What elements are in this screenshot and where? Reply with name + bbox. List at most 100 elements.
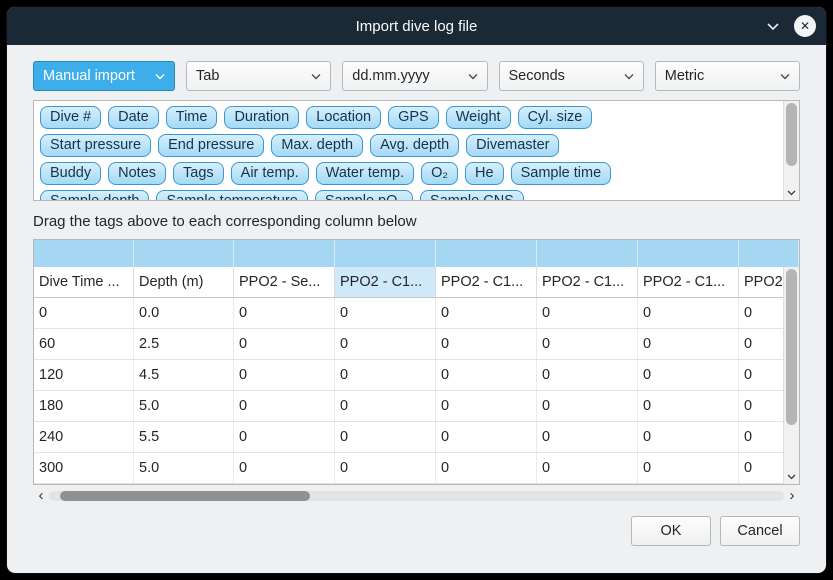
field-tag[interactable]: Sample time bbox=[511, 162, 612, 185]
table-cell: 0 bbox=[537, 298, 638, 328]
tag-list: Dive # Date Time Duration Location GPS Weight C… bbox=[34, 101, 799, 201]
column-header[interactable]: PPO2 - C1... bbox=[436, 267, 537, 297]
column-drop-target[interactable] bbox=[436, 240, 537, 267]
scrollbar-track[interactable] bbox=[49, 491, 784, 501]
table-cell: 0 bbox=[638, 298, 739, 328]
table-cell: 0 bbox=[638, 391, 739, 421]
field-tag[interactable]: Sample temperature bbox=[156, 190, 307, 201]
table-cell: 0 bbox=[436, 360, 537, 390]
table-cell: 0 bbox=[739, 391, 784, 421]
table-cell: 0 bbox=[34, 298, 134, 328]
tag-row: Sample depth Sample temperature Sample pO₂… bbox=[40, 190, 779, 201]
field-tag[interactable]: He bbox=[465, 162, 504, 185]
field-tag[interactable]: GPS bbox=[388, 106, 439, 129]
field-tag[interactable]: Tags bbox=[173, 162, 224, 185]
column-drop-target[interactable] bbox=[638, 240, 739, 267]
scroll-down-icon[interactable] bbox=[784, 186, 799, 199]
field-tag[interactable]: Start pressure bbox=[40, 134, 151, 157]
column-header[interactable]: PPO2 - Se... bbox=[234, 267, 335, 297]
scroll-down-icon[interactable] bbox=[784, 470, 799, 483]
table-cell: 0 bbox=[234, 329, 335, 359]
titlebar[interactable]: Import dive log file ✕ bbox=[7, 7, 826, 45]
field-tag[interactable]: End pressure bbox=[158, 134, 264, 157]
table-cell: 0 bbox=[234, 298, 335, 328]
field-tag[interactable]: Divemaster bbox=[466, 134, 559, 157]
combo-value: Manual import bbox=[43, 68, 135, 84]
table-cell: 0 bbox=[537, 360, 638, 390]
time-format-select[interactable]: Seconds bbox=[499, 61, 644, 91]
field-tag[interactable]: Dive # bbox=[40, 106, 101, 129]
table-cell: 0 bbox=[638, 329, 739, 359]
field-tag[interactable]: Location bbox=[306, 106, 381, 129]
column-header[interactable]: PPO2 - C1... bbox=[638, 267, 739, 297]
scrollbar-thumb[interactable] bbox=[786, 269, 797, 425]
field-tag[interactable]: Sample CNS bbox=[420, 190, 524, 201]
table-cell: 180 bbox=[34, 391, 134, 421]
column-drop-target[interactable] bbox=[234, 240, 335, 267]
scroll-right-icon[interactable]: › bbox=[784, 488, 800, 504]
column-drop-target[interactable] bbox=[537, 240, 638, 267]
import-mode-select[interactable]: Manual import bbox=[33, 61, 175, 91]
table-cell: 5.0 bbox=[134, 391, 234, 421]
date-format-select[interactable]: dd.mm.yyyy bbox=[342, 61, 487, 91]
field-separator-select[interactable]: Tab bbox=[186, 61, 331, 91]
chevron-down-icon bbox=[311, 73, 321, 80]
instruction-text: Drag the tags above to each correspondin… bbox=[33, 213, 800, 230]
chevron-down-icon bbox=[155, 73, 165, 80]
scrollbar-thumb[interactable] bbox=[60, 491, 310, 501]
table-row: 1204.5000000 bbox=[34, 360, 784, 391]
field-tag[interactable]: Cyl. size bbox=[518, 106, 593, 129]
tag-row: Start pressure End pressure Max. depth Avg.… bbox=[40, 134, 779, 157]
field-tag[interactable]: Duration bbox=[224, 106, 299, 129]
scroll-left-icon[interactable]: ‹ bbox=[33, 488, 49, 504]
field-tag[interactable]: Sample pO₂ bbox=[315, 190, 413, 201]
field-tag[interactable]: Time bbox=[166, 106, 218, 129]
field-tag[interactable]: Weight bbox=[446, 106, 511, 129]
table-cell: 0 bbox=[638, 422, 739, 452]
column-header[interactable]: PPO2 bbox=[739, 267, 784, 297]
field-tag[interactable]: O₂ bbox=[421, 162, 458, 185]
table-cell: 0 bbox=[537, 391, 638, 421]
column-drop-target[interactable] bbox=[335, 240, 436, 267]
combo-value: Tab bbox=[196, 68, 219, 84]
field-tag[interactable]: Buddy bbox=[40, 162, 101, 185]
field-tag[interactable]: Max. depth bbox=[271, 134, 363, 157]
column-drop-target[interactable] bbox=[739, 240, 799, 267]
field-tag[interactable]: Air temp. bbox=[231, 162, 309, 185]
table-cell: 0 bbox=[335, 391, 436, 421]
column-header[interactable]: PPO2 - C1... bbox=[335, 267, 436, 297]
table-cell: 5.0 bbox=[134, 453, 234, 483]
field-tag[interactable]: Date bbox=[108, 106, 159, 129]
table-cell: 0 bbox=[436, 453, 537, 483]
field-tag[interactable]: Sample depth bbox=[40, 190, 149, 201]
table-cell: 0 bbox=[537, 329, 638, 359]
tag-pool-scrollbar[interactable] bbox=[783, 101, 799, 200]
chevron-down-icon[interactable] bbox=[762, 15, 784, 37]
field-tag[interactable]: Water temp. bbox=[316, 162, 414, 185]
field-tag[interactable]: Notes bbox=[108, 162, 166, 185]
units-select[interactable]: Metric bbox=[655, 61, 800, 91]
table-cell: 0 bbox=[436, 422, 537, 452]
column-drop-target[interactable] bbox=[134, 240, 234, 267]
table-vscrollbar[interactable] bbox=[783, 267, 799, 484]
ok-button[interactable]: OK bbox=[631, 516, 711, 546]
table-hscrollbar[interactable]: ‹ › bbox=[33, 488, 800, 504]
titlebar-buttons: ✕ bbox=[762, 7, 816, 45]
table-cell: 0 bbox=[739, 360, 784, 390]
column-header[interactable]: Dive Time ... bbox=[34, 267, 134, 297]
tag-row: Buddy Notes Tags Air temp. Water temp. O₂ He Sa… bbox=[40, 162, 779, 185]
table-cell: 5.5 bbox=[134, 422, 234, 452]
scrollbar-thumb[interactable] bbox=[786, 103, 797, 166]
table-cell: 300 bbox=[34, 453, 134, 483]
column-drop-target[interactable] bbox=[34, 240, 134, 267]
field-tag[interactable]: Avg. depth bbox=[370, 134, 459, 157]
table-row: 00.0000000 bbox=[34, 298, 784, 329]
table-cell: 0 bbox=[335, 298, 436, 328]
cancel-button[interactable]: Cancel bbox=[720, 516, 800, 546]
chevron-down-icon bbox=[624, 73, 634, 80]
column-header[interactable]: PPO2 - C1... bbox=[537, 267, 638, 297]
close-icon[interactable]: ✕ bbox=[794, 15, 816, 37]
column-header[interactable]: Depth (m) bbox=[134, 267, 234, 297]
options-row: Manual import Tab dd.mm.yyyy Seconds Metric bbox=[33, 61, 800, 91]
import-dialog: Import dive log file ✕ Manual import Tab d… bbox=[7, 7, 826, 573]
